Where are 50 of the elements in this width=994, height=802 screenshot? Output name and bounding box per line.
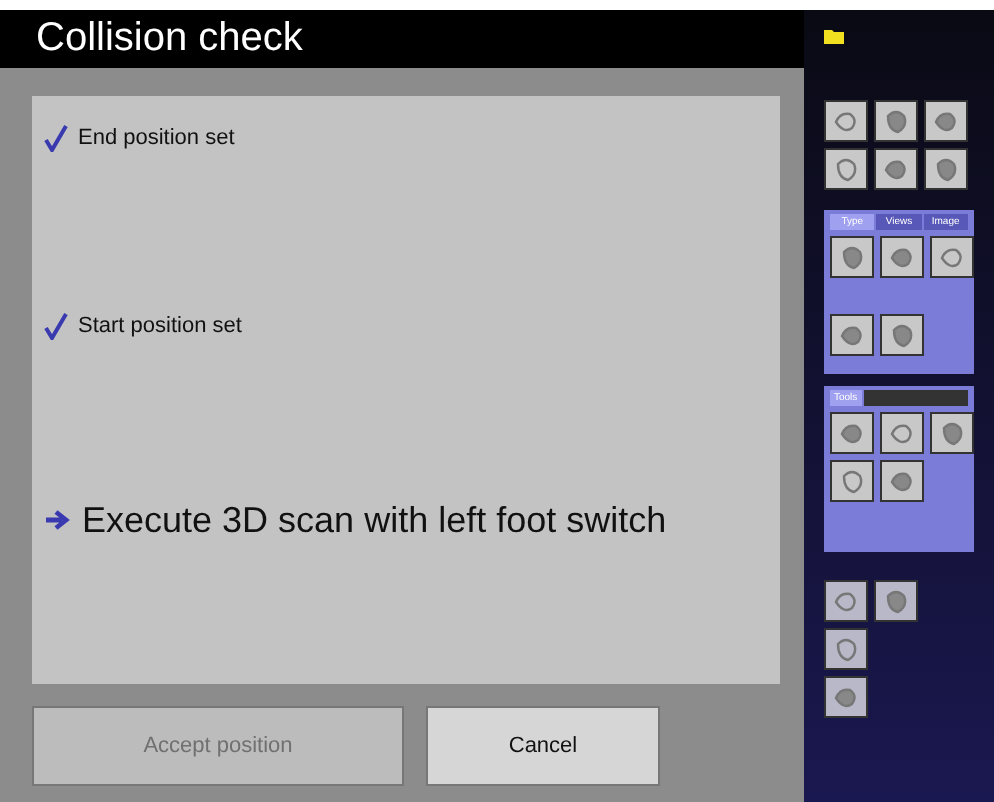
shape-icon	[832, 587, 860, 615]
tool-button[interactable]	[930, 236, 974, 278]
shape-icon	[888, 467, 916, 495]
tool-button[interactable]	[824, 676, 868, 718]
step-text: Start position set	[78, 314, 242, 338]
shape-icon	[838, 419, 866, 447]
shape-icon	[888, 321, 916, 349]
tool-button[interactable]	[930, 412, 974, 454]
folder-icon	[824, 28, 844, 44]
shape-icon	[888, 419, 916, 447]
step-text: Execute 3D scan with left foot switch	[82, 499, 667, 541]
cancel-button[interactable]: Cancel	[426, 706, 660, 786]
tool-button[interactable]	[824, 148, 868, 190]
check-icon	[44, 124, 68, 152]
shape-icon	[838, 321, 866, 349]
shape-icon	[932, 107, 960, 135]
tool-button[interactable]	[830, 314, 874, 356]
window-title: Collision check	[0, 10, 804, 68]
arrow-icon	[44, 508, 72, 532]
tool-button[interactable]	[880, 236, 924, 278]
tool-button[interactable]	[880, 314, 924, 356]
shape-icon	[938, 243, 966, 271]
tool-button[interactable]	[830, 460, 874, 502]
shape-icon	[832, 155, 860, 183]
shape-icon	[832, 107, 860, 135]
tool-button[interactable]	[880, 412, 924, 454]
step-text: End position set	[78, 126, 235, 150]
tool-button[interactable]	[824, 580, 868, 622]
shape-icon	[888, 243, 916, 271]
shape-icon	[838, 467, 866, 495]
tool-button[interactable]	[880, 460, 924, 502]
tool-button[interactable]	[824, 100, 868, 142]
tool-button[interactable]	[824, 628, 868, 670]
shape-icon	[832, 683, 860, 711]
shape-icon	[938, 419, 966, 447]
shape-icon	[838, 243, 866, 271]
shape-icon	[882, 107, 910, 135]
tab-strip	[863, 390, 968, 406]
shape-icon	[832, 635, 860, 663]
tool-button[interactable]	[874, 100, 918, 142]
tool-button[interactable]	[830, 236, 874, 278]
tool-button[interactable]	[924, 100, 968, 142]
shape-icon	[932, 155, 960, 183]
shape-icon	[882, 155, 910, 183]
shape-icon	[882, 587, 910, 615]
tool-button[interactable]	[924, 148, 968, 190]
tool-button[interactable]	[874, 148, 918, 190]
tool-button[interactable]	[874, 580, 918, 622]
tool-button[interactable]	[830, 412, 874, 454]
check-icon	[44, 312, 68, 340]
